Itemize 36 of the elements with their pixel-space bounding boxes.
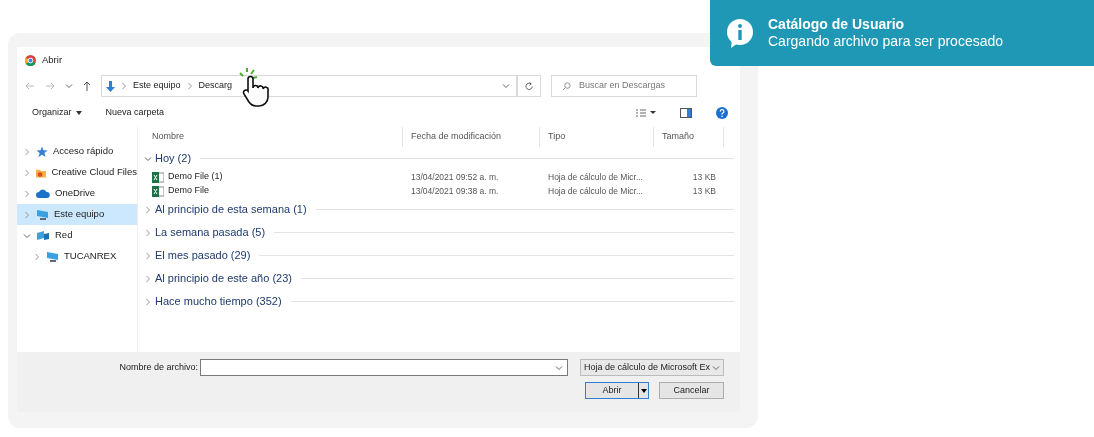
- column-header[interactable]: Fecha de modificación: [403, 127, 540, 147]
- toolbar-button[interactable]: Organizar: [32, 106, 82, 120]
- group-header[interactable]: Al principio de este año (23): [144, 267, 734, 290]
- toolbar-button[interactable]: Nueva carpeta: [105, 106, 165, 120]
- file-name[interactable]: Demo File (1): [168, 170, 223, 184]
- column-header[interactable]: Nombre: [144, 127, 403, 147]
- sidebar-item[interactable]: Red: [17, 225, 137, 246]
- group-header[interactable]: La semana pasada (5): [144, 221, 734, 244]
- column-header[interactable]: Tamaño: [654, 127, 724, 147]
- toast-message: Cargando archivo para ser procesado: [768, 33, 1004, 50]
- table-cell-text: 13/04/2021 09:38 a. m.: [410, 184, 500, 198]
- group-header[interactable]: Al principio de esta semana (1): [144, 198, 734, 221]
- field-label: Nombre de archivo:: [119, 360, 198, 374]
- breadcrumb-item[interactable]: Este equipo: [133, 79, 181, 93]
- search-field[interactable]: Buscar en Descargas: [551, 75, 697, 97]
- table-cell-text: 13 KB: [691, 184, 717, 198]
- sidebar-item[interactable]: Este equipo: [17, 204, 137, 225]
- sidebar-item[interactable]: Creative Cloud Files: [17, 162, 137, 183]
- group-header[interactable]: Hace mucho tiempo (352): [144, 290, 734, 313]
- group-header[interactable]: Hoy (2): [144, 147, 734, 170]
- sidebar-item[interactable]: OneDrive: [17, 183, 137, 204]
- table-cell-text: Hoja de cálculo de Micr...: [547, 170, 644, 184]
- open-button[interactable]: Abrir: [585, 382, 649, 399]
- sidebar-item[interactable]: TUCANREX: [27, 246, 137, 267]
- table-cell-text: 13 KB: [691, 170, 717, 184]
- toast-title: Catálogo de Usuario: [768, 16, 906, 33]
- group-header[interactable]: El mes pasado (29): [144, 244, 734, 267]
- window-title: Abrir: [42, 52, 63, 67]
- column-header[interactable]: Tipo: [540, 127, 654, 147]
- filetype-dropdown[interactable]: Hoja de cálculo de Microsoft Ex: [580, 359, 724, 376]
- file-name[interactable]: Demo File: [168, 184, 209, 198]
- sidebar-item[interactable]: Acceso rápido: [17, 141, 137, 162]
- breadcrumb-item[interactable]: Descarg: [198, 79, 233, 93]
- table-cell-text: Hoja de cálculo de Micr...: [547, 184, 644, 198]
- cancel-button[interactable]: Cancelar: [659, 382, 724, 399]
- table-cell-text: 13/04/2021 09:52 a. m.: [410, 170, 500, 184]
